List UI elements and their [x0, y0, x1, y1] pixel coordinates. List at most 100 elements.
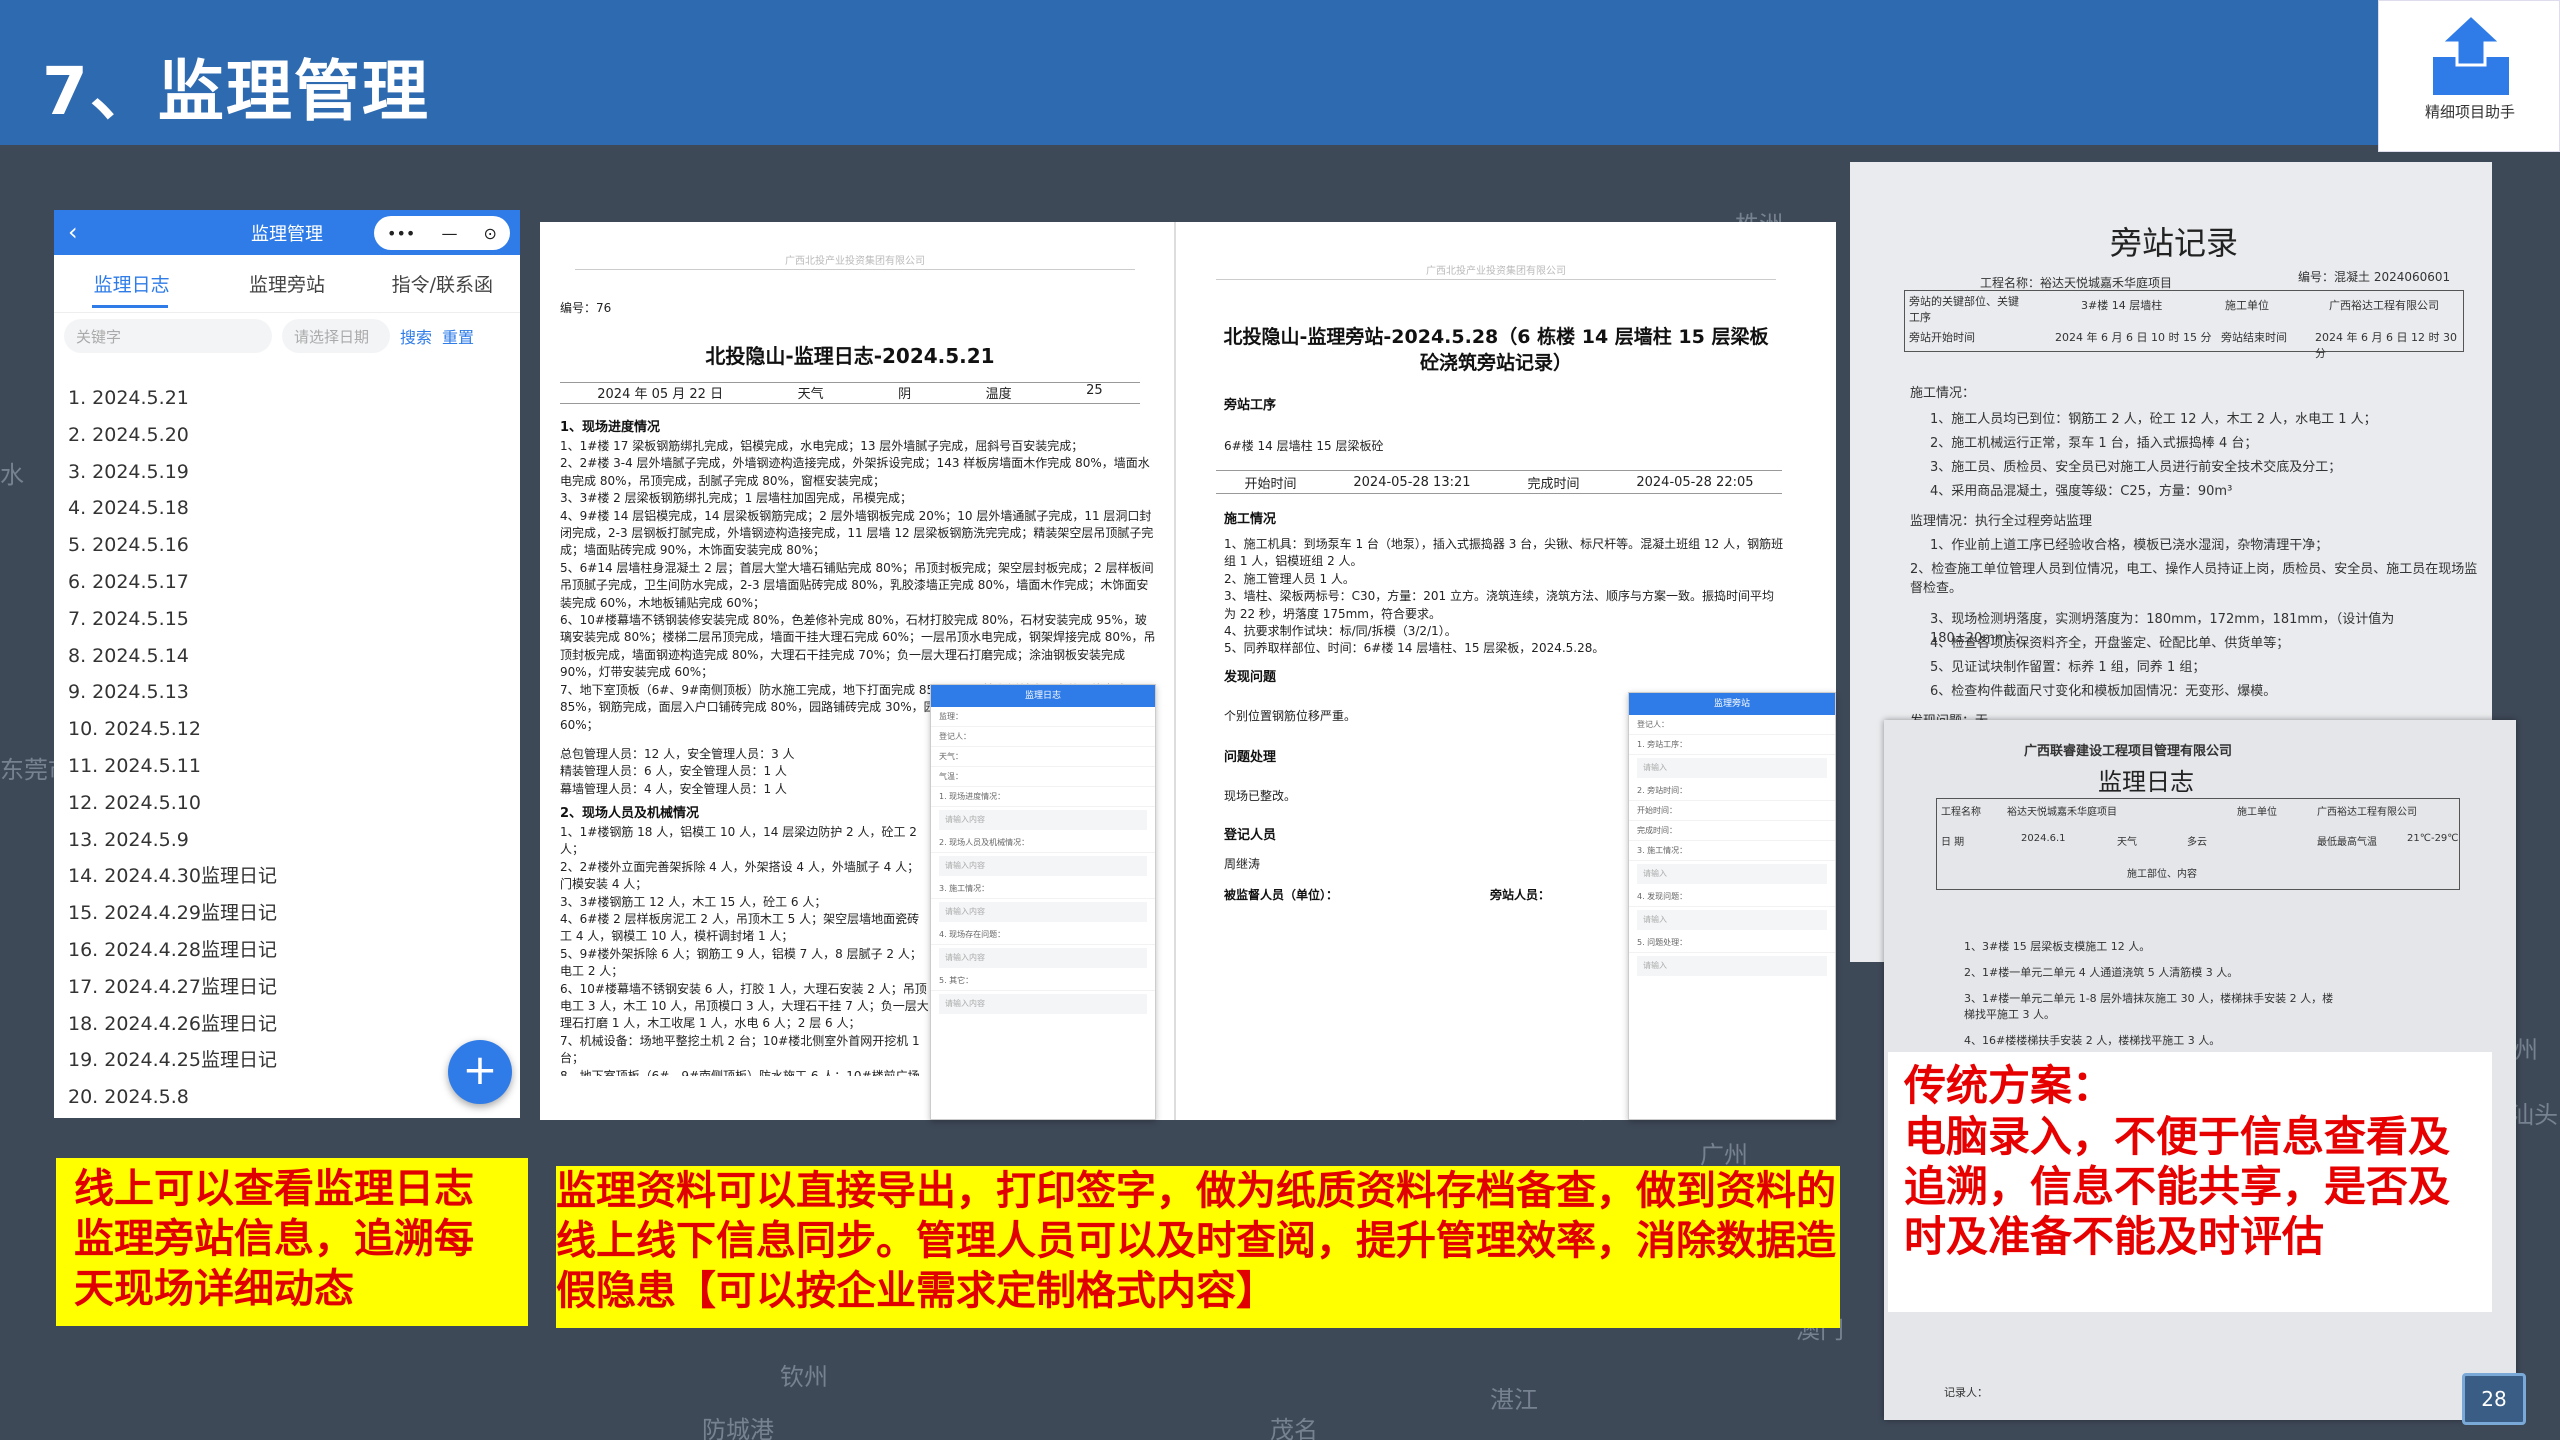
reset-button[interactable]: 重置 [442, 324, 474, 348]
issue-text: 个别位置钢筋位移严重。 [1224, 709, 1357, 723]
doc-date-row: 2024 年 05 月 22 日 天气 阴 温度 25 [560, 382, 1140, 404]
form-input[interactable]: 请输入 [1637, 956, 1827, 976]
list-item[interactable]: 15. 2024.4.29监理日记 [54, 895, 520, 932]
callout-export: 监理资料可以直接导出，打印签字，做为纸质资料存档备查，做到资料的线上线下信息同步… [556, 1166, 1840, 1328]
photo-line: 监理情况：执行全过程旁站监理 [1910, 514, 2093, 529]
form-input[interactable]: 请输入内容 [939, 810, 1147, 830]
map-label: 水 [0, 461, 24, 489]
search-button[interactable]: 搜索 [400, 324, 432, 348]
list-item[interactable]: 13. 2024.5.9 [54, 822, 520, 859]
photo-title: 监理日志 [2098, 768, 2194, 796]
logo-text: 精细项目助手 [2424, 103, 2515, 121]
minimize-icon[interactable]: — [441, 224, 457, 243]
cell: 2024 年 6 月 6 日 10 时 15 分 [2055, 331, 2212, 344]
map-label: 广州 [1700, 1141, 1748, 1169]
tab-supervision-log[interactable]: 监理日志 [54, 270, 209, 297]
list-item[interactable]: 11. 2024.5.11 [54, 748, 520, 785]
form-row: 完成时间： [1629, 821, 1835, 841]
cell: 2024.6.1 [2021, 833, 2066, 844]
form-input[interactable]: 请输入内容 [939, 902, 1147, 922]
cell: 旁站结束时间 [2221, 331, 2287, 344]
list-item[interactable]: 16. 2024.4.28监理日记 [54, 932, 520, 969]
list-item[interactable]: 18. 2024.4.26监理日记 [54, 1006, 520, 1043]
section-heading: 旁站工序 [1224, 398, 1277, 413]
list-item[interactable]: 14. 2024.4.30监理日记 [54, 858, 520, 895]
tab-instructions[interactable]: 指令/联系函 [365, 270, 520, 297]
slide-header: 7、监理管理 [0, 0, 2560, 145]
list-item[interactable]: 3. 2024.5.19 [54, 454, 520, 491]
map-label: 钦州 [780, 1363, 828, 1391]
section-heading: 施工情况 [1224, 512, 1277, 527]
add-button[interactable]: + [448, 1040, 512, 1104]
tab-supervision-sidestation[interactable]: 监理旁站 [209, 270, 364, 297]
phone-screen: ‹ 监理管理 ••• — ⊙ 监理日志 监理旁站 指令/联系函 关键字 请选择日… [54, 210, 520, 1118]
photo-line: 3、1#楼一单元二单元 1-8 层外墙抹灰施工 30 人，楼梯抹手安装 2 人，… [1964, 992, 2334, 1021]
doc-header: 广西北投产业投资集团有限公司 [1216, 262, 1776, 280]
mini-phone-title: 监理日志 [931, 685, 1155, 707]
traditional-approach-box: 传统方案： 电脑录入，不便于信息查看及追溯，信息不能共享，是否及时及准备不能及时… [1888, 1052, 2492, 1312]
section-heading: 问题处理 [1224, 750, 1277, 765]
more-icon[interactable]: ••• [387, 224, 415, 243]
list-item[interactable]: 17. 2024.4.27监理日记 [54, 969, 520, 1006]
date-picker[interactable]: 请选择日期 [282, 319, 390, 353]
form-row: 监理： [931, 707, 1155, 727]
callout-online-view: 线上可以查看监理日志监理旁站信息，追溯每天现场详细动态 [56, 1158, 528, 1326]
list-item[interactable]: 10. 2024.5.12 [54, 711, 520, 748]
cell: 裕达天悦城嘉禾华庭项目 [2007, 807, 2117, 818]
form-row: 开始时间： [1629, 801, 1835, 821]
doc-code: 编号：76 [560, 301, 612, 315]
photo-line: 2、1#楼一单元二单元 4 人通道浇筑 5 人清筋模 3 人。 [1964, 966, 2239, 979]
photo-line: 2、施工机械运行正常，泵车 1 台，插入式振捣棒 4 台； [1930, 436, 2258, 451]
list-item[interactable]: 7. 2024.5.15 [54, 601, 520, 638]
exported-documents: 广西北投产业投资集团有限公司 编号：76 北投隐山-监理日志-2024.5.21… [540, 222, 1836, 1120]
map-label: 湛江 [1490, 1386, 1538, 1414]
weather-label: 天气 [797, 387, 824, 402]
photo-line: 6、检查构件截面尺寸变化和模板加固情况：无变形、爆模。 [1930, 684, 2277, 699]
form-row: 3. 施工情况： [931, 879, 1155, 899]
list-item[interactable]: 2. 2024.5.20 [54, 417, 520, 454]
form-input[interactable]: 请输入 [1637, 864, 1827, 884]
list-item[interactable]: 8. 2024.5.14 [54, 638, 520, 675]
form-row: 气温： [931, 767, 1155, 787]
mini-phone-log-form: 监理日志 监理： 登记人： 天气： 气温： 1. 现场进度情况： 请输入内容 2… [930, 684, 1156, 1120]
map-label: 防城港 [702, 1416, 774, 1440]
form-input[interactable]: 请输入内容 [939, 994, 1147, 1014]
mini-phone-title: 监理旁站 [1629, 693, 1835, 715]
page-number: 28 [2462, 1373, 2526, 1425]
photo-table: 工程名称 裕达天悦城嘉禾华庭项目 施工单位 广西裕达工程有限公司 日 期 202… [1936, 798, 2460, 890]
mini-phone-station-form: 监理旁站 登记人： 1. 旁站工序： 请输入 2. 旁站时间： 开始时间： 完成… [1628, 692, 1836, 1120]
photo-title: 旁站记录 [2110, 224, 2239, 262]
section-heading: 1、现场进度情况 [560, 420, 661, 435]
temp-label: 温度 [985, 387, 1012, 402]
cell: 工程名称 [1941, 807, 1981, 818]
list-item[interactable]: 9. 2024.5.13 [54, 674, 520, 711]
form-row: 登记人： [1629, 715, 1835, 735]
section-heading: 旁站人员： [1490, 888, 1551, 902]
list-item[interactable]: 4. 2024.5.18 [54, 490, 520, 527]
form-input[interactable]: 请输入 [1637, 910, 1827, 930]
form-row: 4. 现场存在问题： [931, 925, 1155, 945]
doc-title: 北投隐山-监理旁站-2024.5.28（6 栋楼 14 层墙柱 15 层梁板砼浇… [1223, 326, 1769, 374]
form-input[interactable]: 请输入内容 [939, 856, 1147, 876]
keyword-input[interactable]: 关键字 [64, 319, 272, 353]
form-input[interactable]: 请输入内容 [939, 948, 1147, 968]
cell: 2024 年 6 月 6 日 12 时 30 分 [2315, 331, 2457, 360]
form-row: 登记人： [931, 727, 1155, 747]
section-heading: 2、现场人员及机械情况 [560, 806, 700, 821]
list-item[interactable]: 12. 2024.5.10 [54, 785, 520, 822]
temp-value: 25 [1086, 383, 1103, 398]
doc-date: 2024 年 05 月 22 日 [597, 387, 724, 402]
map-label: 汕头 [2510, 1101, 2558, 1129]
list-item[interactable]: 6. 2024.5.17 [54, 564, 520, 601]
photo-line: 施工情况： [1910, 386, 1976, 401]
cell: 施工部位、内容 [2127, 869, 2197, 880]
page-title: 7、监理管理 [42, 53, 430, 130]
list-item[interactable]: 1. 2024.5.21 [54, 380, 520, 417]
traditional-heading: 传统方案： [1904, 1061, 2115, 1110]
list-item[interactable]: 5. 2024.5.16 [54, 527, 520, 564]
close-icon[interactable]: ⊙ [484, 224, 497, 243]
form-row: 5. 其它： [931, 971, 1155, 991]
photo-line: 1、3#楼 15 层梁板支模施工 12 人。 [1964, 940, 2151, 953]
form-input[interactable]: 请输入 [1637, 758, 1827, 778]
filter-bar: 关键字 请选择日期 搜索 重置 [54, 313, 520, 359]
